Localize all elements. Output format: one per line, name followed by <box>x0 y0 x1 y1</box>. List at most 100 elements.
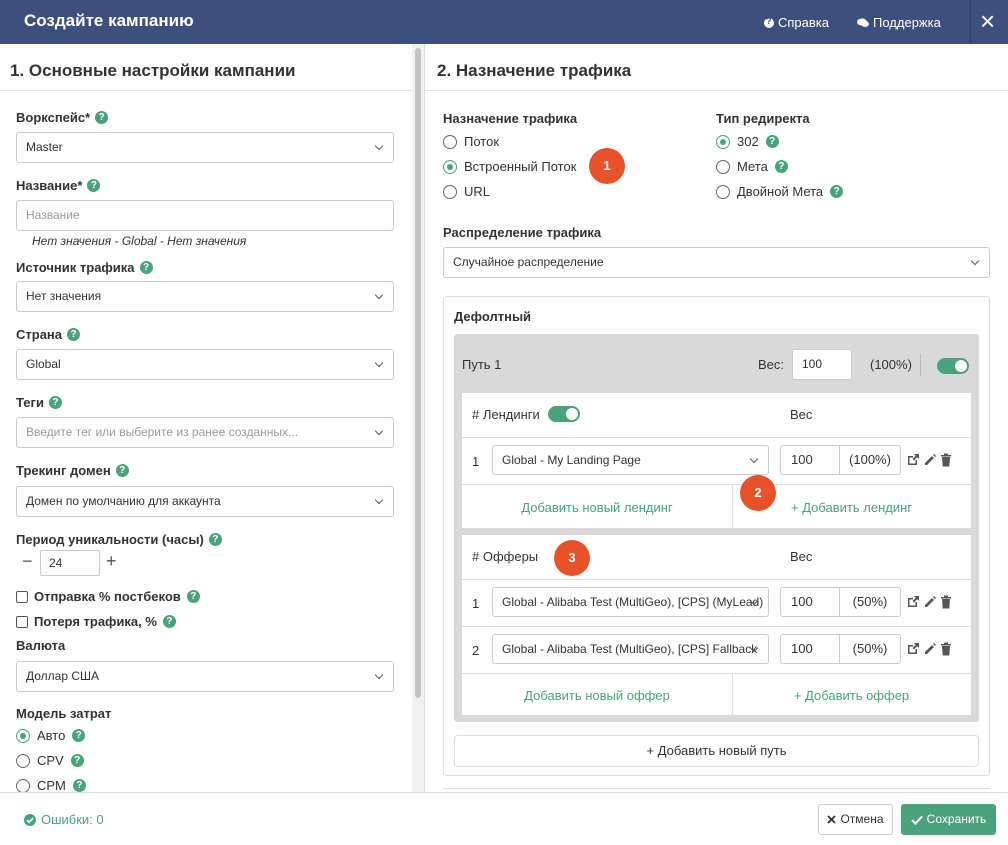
radio-unselected[interactable] <box>716 159 730 174</box>
redirect-302[interactable]: 302 ? <box>716 134 779 149</box>
postback-checkbox[interactable] <box>16 590 28 603</box>
help-icon[interactable]: ? <box>115 464 129 477</box>
uniqueness-increment-button[interactable]: + <box>106 551 117 571</box>
help-icon[interactable]: ? <box>72 779 86 792</box>
help-icon[interactable]: ? <box>186 590 200 603</box>
tags-label-text: Теги <box>16 395 44 410</box>
help-icon[interactable]: ? <box>72 729 86 742</box>
help-icon[interactable]: ? <box>67 328 81 341</box>
tracking-domain-select[interactable]: Домен по умолчанию для аккаунта <box>16 486 394 517</box>
redirect-label: Тип редиректа <box>716 111 810 126</box>
save-button[interactable]: Сохранить <box>901 804 996 835</box>
help-icon[interactable]: ? <box>774 160 788 173</box>
add-new-offer-button[interactable]: Добавить новый оффер <box>462 688 732 703</box>
radio-unselected[interactable] <box>16 753 30 768</box>
help-icon[interactable]: ? <box>87 179 101 192</box>
path-enabled-toggle[interactable] <box>937 358 969 374</box>
traffic-loss-checkbox-row[interactable]: Потеря трафика, % ? <box>16 614 176 629</box>
path-name: Путь 1 <box>462 357 502 372</box>
help-icon[interactable]: ? <box>830 185 844 198</box>
close-icon[interactable]: × <box>980 6 995 36</box>
edit-pencil-icon[interactable] <box>923 642 937 656</box>
redirect-double-meta[interactable]: Двойной Мета ? <box>716 184 844 199</box>
cost-model-cpm-label: CPM <box>37 778 66 792</box>
radio-unselected[interactable] <box>443 184 457 199</box>
errors-status: Ошибки: 0 <box>24 812 104 827</box>
destination-flow[interactable]: Поток <box>443 134 499 149</box>
add-new-path-button[interactable]: + Добавить новый путь <box>454 735 979 767</box>
radio-selected[interactable] <box>16 728 30 743</box>
redirect-meta[interactable]: Мета ? <box>716 159 788 174</box>
name-input[interactable]: Название <box>16 200 394 231</box>
help-icon[interactable]: ? <box>70 754 84 767</box>
offer-weight-input[interactable]: 100 <box>780 587 840 617</box>
offer-select[interactable]: Global - Alibaba Test (MultiGeo), [CPS] … <box>492 634 769 664</box>
path-weight-input[interactable]: 100 <box>792 349 852 380</box>
traffic-destination-title: 2. Назначение трафика <box>437 61 632 80</box>
radio-unselected[interactable] <box>716 184 730 199</box>
help-icon[interactable]: ? <box>139 261 153 274</box>
cost-model-cpv[interactable]: CPV ? <box>16 753 84 768</box>
help-icon[interactable]: ? <box>208 533 222 546</box>
trash-icon[interactable] <box>940 595 952 609</box>
postback-label: Отправка % постбеков <box>34 589 181 604</box>
country-select[interactable]: Global <box>16 349 394 380</box>
external-link-icon[interactable] <box>906 642 920 656</box>
help-icon[interactable]: ? <box>95 111 109 124</box>
workspace-select[interactable]: Master <box>16 132 394 163</box>
offer-weight-input[interactable]: 100 <box>780 634 840 664</box>
left-panel-scrollbar[interactable] <box>412 44 424 792</box>
offer-row-actions <box>906 595 952 609</box>
traffic-source-select[interactable]: Нет значения <box>16 281 394 312</box>
destination-label: Назначение трафика <box>443 111 578 126</box>
currency-select[interactable]: Доллар США <box>16 661 394 692</box>
scrollbar-thumb[interactable] <box>415 48 421 698</box>
cost-model-cpm[interactable]: CPM ? <box>16 778 86 792</box>
radio-selected[interactable] <box>443 159 457 174</box>
add-new-landing-button[interactable]: Добавить новый лендинг <box>462 500 732 515</box>
cost-model-auto[interactable]: Авто ? <box>16 728 86 743</box>
add-offer-button[interactable]: + Добавить оффер <box>732 688 971 703</box>
distribution-select[interactable]: Случайное распределение <box>443 247 990 278</box>
external-link-icon[interactable] <box>906 453 920 467</box>
landings-toggle[interactable] <box>548 406 580 422</box>
traffic-source-label: Источник трафика ? <box>16 260 153 275</box>
redirect-double-meta-label: Двойной Мета <box>737 184 824 199</box>
edit-pencil-icon[interactable] <box>923 595 937 609</box>
postback-checkbox-row[interactable]: Отправка % постбеков ? <box>16 589 200 604</box>
tags-select[interactable]: Введите тег или выберите из ранее создан… <box>16 417 394 448</box>
help-icon[interactable]: ? <box>765 135 779 148</box>
traffic-loss-checkbox[interactable] <box>16 615 28 628</box>
support-link[interactable]: Поддержка <box>857 15 941 30</box>
offer-weight-percent: (50%) <box>840 587 901 617</box>
external-link-icon[interactable] <box>906 595 920 609</box>
check-circle-icon <box>24 813 36 826</box>
cost-model-label-text: Модель затрат <box>16 706 112 721</box>
basic-settings-panel: 1. Основные настройки кампании Воркспейс… <box>0 44 412 792</box>
cancel-button[interactable]: Отмена <box>818 804 893 835</box>
path-weight-percent: (100%) <box>870 357 912 372</box>
destination-builtin-flow[interactable]: Встроенный Поток <box>443 159 576 174</box>
help-link[interactable]: Справка <box>764 15 829 30</box>
help-icon[interactable]: ? <box>162 615 176 628</box>
uniqueness-input[interactable]: 24 <box>40 550 100 576</box>
edit-pencil-icon[interactable] <box>923 453 937 467</box>
radio-unselected[interactable] <box>443 134 457 149</box>
uniqueness-decrement-button[interactable]: − <box>22 551 33 571</box>
trash-icon[interactable] <box>940 453 952 467</box>
check-icon <box>910 815 923 825</box>
path-weight-label: Вес: <box>758 357 785 372</box>
help-icon[interactable]: ? <box>48 396 62 409</box>
radio-selected[interactable] <box>716 134 730 149</box>
trash-icon[interactable] <box>940 642 952 656</box>
offer-select[interactable]: Global - Alibaba Test (MultiGeo), [CPS] … <box>492 587 769 617</box>
support-link-label: Поддержка <box>873 15 941 30</box>
radio-unselected[interactable] <box>16 778 30 792</box>
landing-weight-input[interactable]: 100 <box>780 445 840 475</box>
cost-model-auto-label: Авто <box>37 728 66 743</box>
landings-section: # Лендинги Вес 1 Global - My Landing Pag… <box>462 393 971 528</box>
errors-text: Ошибки: 0 <box>41 812 104 827</box>
currency-label-text: Валюта <box>16 638 66 653</box>
landing-select[interactable]: Global - My Landing Page <box>492 445 769 475</box>
destination-url[interactable]: URL <box>443 184 490 199</box>
